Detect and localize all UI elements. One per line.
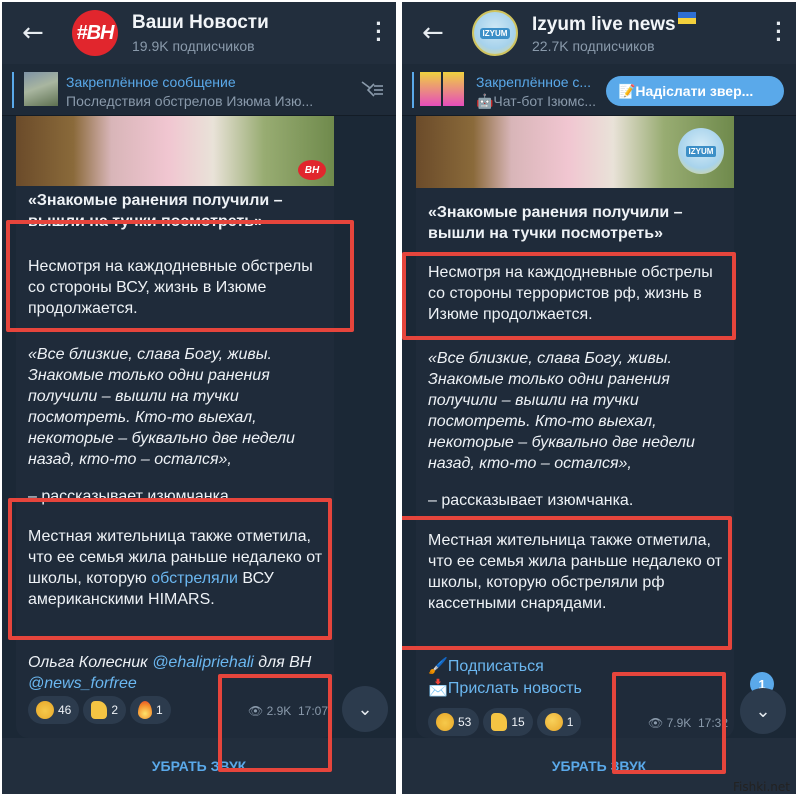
scroll-down-button[interactable]: ⌄ (342, 686, 388, 732)
ukraine-flag-icon (677, 12, 696, 24)
photo-watermark: BH (298, 160, 326, 180)
right-screenshot: ← IZYUM Izyum live news 22.7K подписчико… (402, 2, 796, 794)
message-photo[interactable]: IZYUM (416, 116, 734, 188)
message-headline: «Знакомые ранения получили – вышли на ту… (428, 204, 683, 242)
channel-title[interactable]: Izyum live news (532, 12, 696, 36)
pinned-text: 🤖Чат-бот Ізюмс... (476, 93, 596, 109)
highlight-box (612, 672, 726, 774)
pinned-title: Закреплённое с... (476, 74, 592, 90)
pinned-text: Последствия обстрелов Изюма Изю... (66, 93, 314, 109)
pinned-title: Закреплённое сообщение (66, 74, 236, 90)
reaction-thumbs-up[interactable]: 15 (483, 708, 533, 736)
author-handle-link[interactable]: @ehalipriehali (152, 654, 254, 671)
bottom-bar: УБРАТЬ ЗВУК (2, 738, 396, 794)
reaction-thinking[interactable]: 1 (536, 708, 582, 736)
pinned-indicator (412, 72, 414, 108)
channel-handle-link[interactable]: @news_forfree (28, 675, 137, 692)
pinned-message[interactable]: Закреплённое с... 🤖Чат-бот Ізюмс... 📝Над… (402, 64, 796, 116)
reaction-thumbs-up[interactable]: 2 (83, 696, 127, 724)
highlight-box (6, 220, 354, 332)
mute-button[interactable]: УБРАТЬ ЗВУК (2, 738, 396, 794)
pinned-thumbnail (24, 72, 58, 106)
channel-avatar[interactable]: IZYUM (472, 10, 518, 56)
chevron-down-icon: ⌄ (755, 700, 771, 722)
pinned-action-button[interactable]: 📝Надіслати звер... (606, 76, 784, 106)
message-photo[interactable]: BH (16, 116, 334, 186)
chat-header: ← #BH Ваши Новости 19.9K подписчиков · · · (2, 2, 396, 64)
channel-avatar[interactable]: #BH (72, 10, 118, 56)
left-screenshot: ← #BH Ваши Новости 19.9K подписчиков · · ·… (2, 2, 396, 794)
back-arrow-icon[interactable]: ← (22, 20, 44, 46)
pinned-thumbnail (420, 72, 464, 106)
site-watermark: Fishki.net (732, 780, 790, 794)
subscriber-count: 22.7K подписчиков (532, 38, 655, 54)
message-quote: «Все близкие, слава Богу, живы. Знакомые… (28, 346, 295, 468)
more-options-icon[interactable]: · · · (374, 13, 384, 51)
chevron-down-icon: ⌄ (357, 698, 373, 720)
more-options-icon[interactable]: · · · (774, 13, 784, 51)
reaction-crying[interactable]: 46 (28, 696, 80, 724)
thumbs-up-icon (491, 713, 508, 731)
highlight-box (402, 516, 732, 650)
thinking-face-icon (544, 713, 563, 731)
back-arrow-icon[interactable]: ← (422, 20, 444, 46)
crying-face-icon (36, 701, 54, 719)
highlight-box (402, 252, 736, 340)
reaction-crying[interactable]: 53 (428, 708, 480, 736)
photo-watermark: IZYUM (678, 128, 724, 174)
channel-title[interactable]: Ваши Новости (132, 12, 269, 34)
message-quote: «Все близкие, слава Богу, живы. Знакомые… (428, 350, 695, 472)
chat-header: ← IZYUM Izyum live news 22.7K подписчико… (402, 2, 796, 64)
message-attribution: – рассказывает изюмчанка. (428, 492, 634, 509)
crying-face-icon (436, 713, 454, 731)
scroll-down-button[interactable]: ⌄ (740, 688, 786, 734)
subscriber-count: 19.9K подписчиков (132, 38, 255, 54)
unpin-icon[interactable] (360, 80, 384, 103)
thumbs-up-icon (91, 701, 108, 719)
message-bubble: BH «Знакомые ранения получили – вышли на… (16, 116, 334, 738)
fire-icon (138, 701, 153, 719)
pinned-indicator (12, 72, 14, 108)
reaction-fire[interactable]: 1 (130, 696, 171, 724)
pinned-message[interactable]: Закреплённое сообщение Последствия обстр… (2, 64, 396, 116)
highlight-box (8, 498, 332, 640)
highlight-box (218, 674, 332, 772)
